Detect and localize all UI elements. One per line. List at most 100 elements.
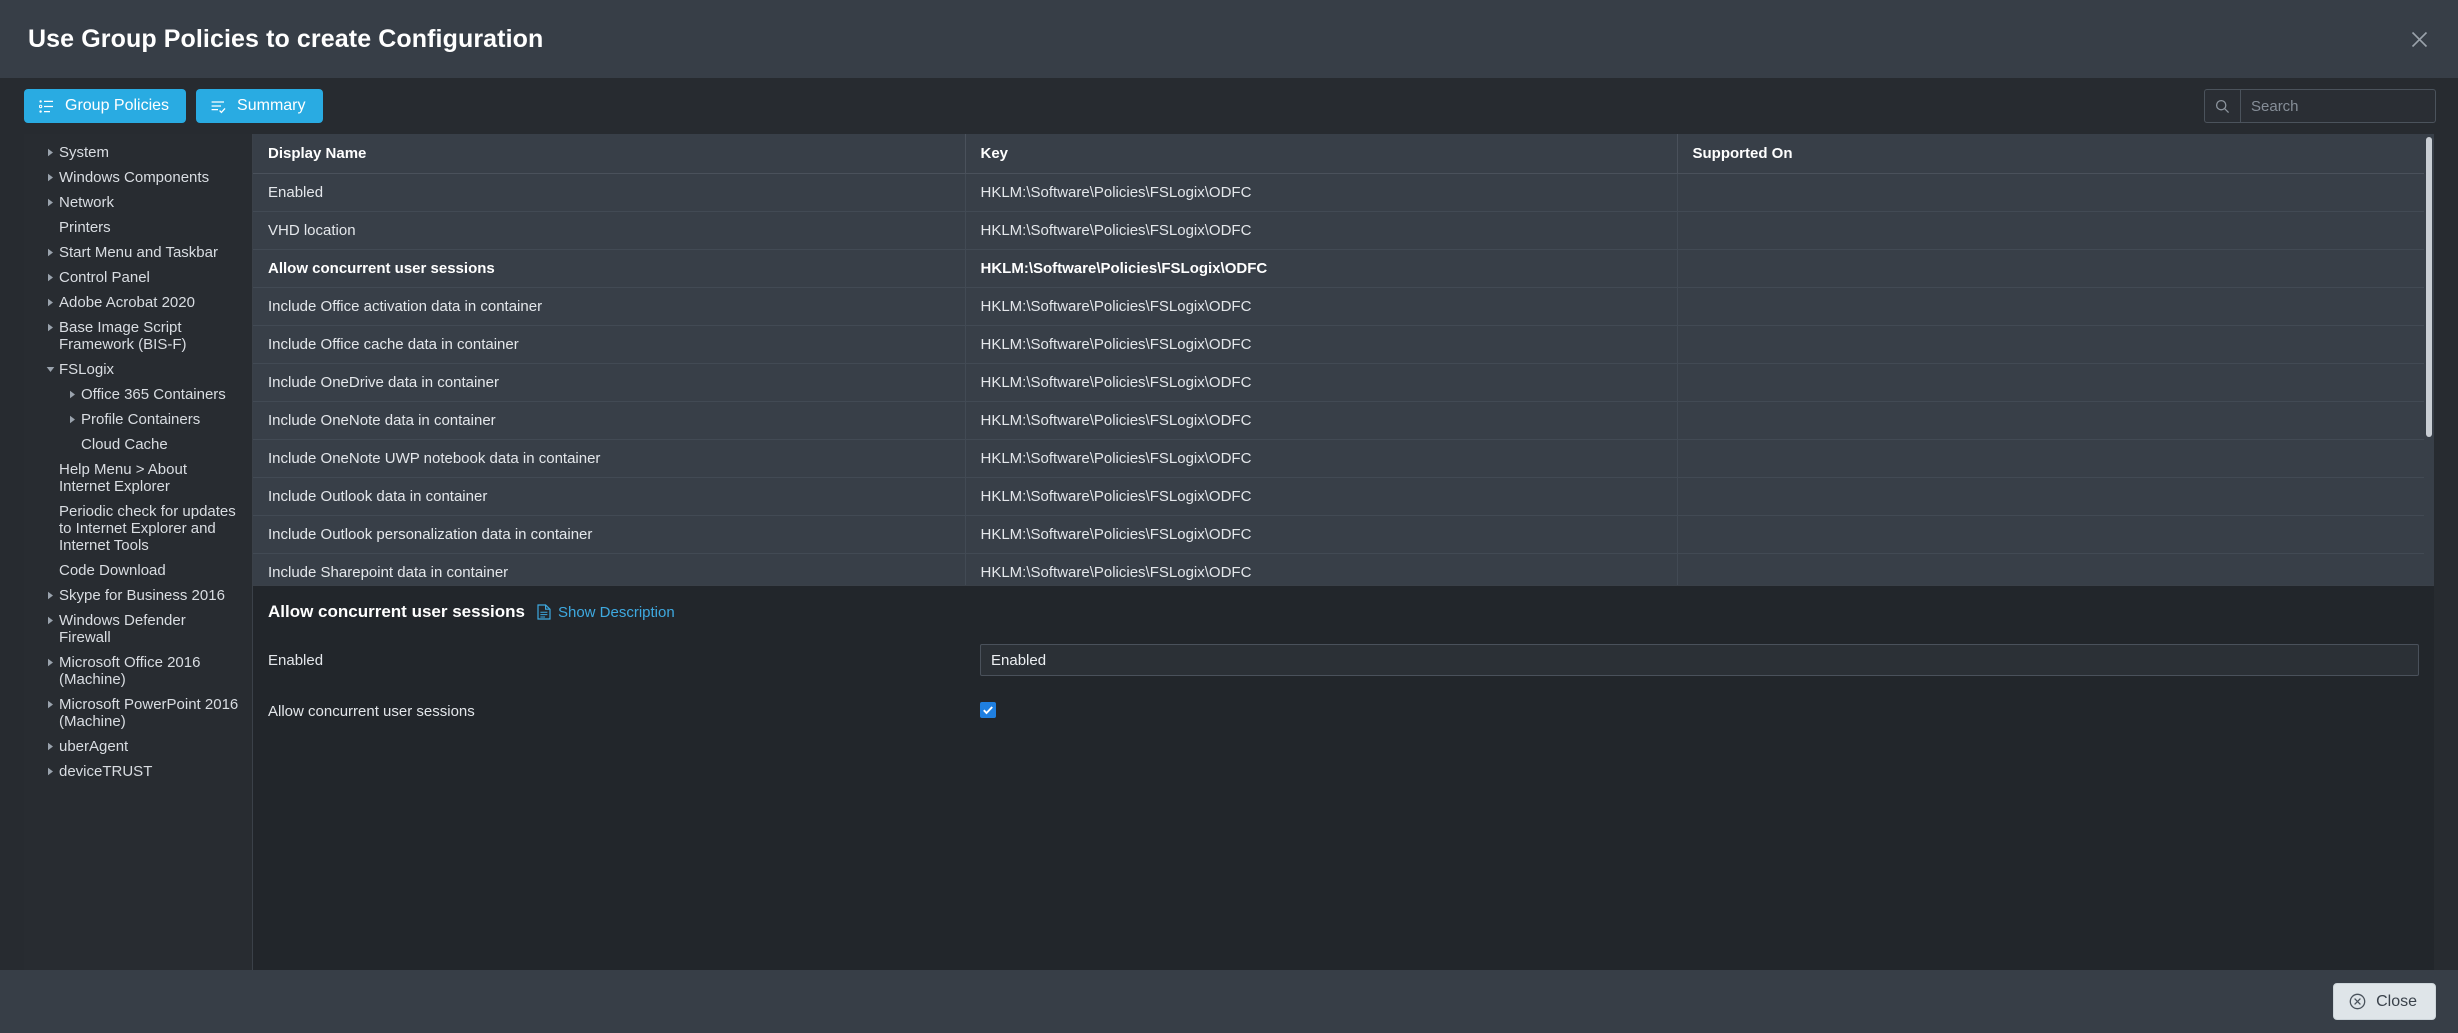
sidebar-item[interactable]: Microsoft PowerPoint 2016 (Machine) — [24, 692, 252, 734]
close-button-label: Close — [2376, 992, 2417, 1010]
sidebar-item[interactable]: Cloud Cache — [24, 432, 252, 457]
close-icon[interactable] — [2402, 22, 2436, 56]
chevron-right-icon[interactable] — [42, 587, 59, 600]
setting-detail-header: Allow concurrent user sessions Show Desc… — [267, 602, 2420, 626]
chevron-right-icon[interactable] — [42, 738, 59, 751]
sidebar-item[interactable]: Microsoft Office 2016 (Machine) — [24, 650, 252, 692]
policy-tree-sidebar[interactable]: System Windows Components Network Printers S… — [24, 134, 253, 970]
chevron-right-icon[interactable] — [64, 386, 81, 399]
cell-key: HKLM:\Software\Policies\FSLogix\ODFC — [965, 287, 1678, 326]
chevron-right-icon[interactable] — [42, 763, 59, 776]
table-row[interactable]: Include Outlook data in container HKLM:\S… — [253, 477, 2425, 516]
allow-concurrent-user-sessions-checkbox[interactable] — [980, 702, 996, 718]
sidebar-item[interactable]: uberAgent — [24, 734, 252, 759]
main-split: System Windows Components Network Printers S… — [0, 134, 2458, 970]
sidebar-item[interactable]: Office 365 Containers — [24, 382, 252, 407]
scrollbar-thumb[interactable] — [2426, 137, 2433, 437]
show-description-label: Show Description — [557, 603, 675, 621]
table-row[interactable]: Include OneNote UWP notebook data in con… — [253, 439, 2425, 478]
chevron-right-icon[interactable] — [64, 411, 81, 424]
cell-key: HKLM:\Software\Policies\FSLogix\ODFC — [965, 439, 1678, 478]
column-header-display-name[interactable]: Display Name — [253, 134, 966, 174]
chevron-right-icon[interactable] — [42, 294, 59, 307]
sidebar-item[interactable]: Adobe Acrobat 2020 — [24, 290, 252, 315]
chevron-down-icon[interactable] — [42, 361, 59, 374]
field-control-allow-concurrent-user-sessions — [980, 702, 2419, 721]
table-row[interactable]: Enabled HKLM:\Software\Policies\FSLogix\O… — [253, 173, 2425, 212]
search-icon — [2205, 90, 2241, 122]
tab-summary[interactable]: Summary — [196, 89, 323, 123]
cell-display-name: Include Outlook personalization data in … — [253, 515, 966, 554]
sidebar-item-label: Code Download — [59, 562, 166, 579]
chevron-right-icon[interactable] — [42, 244, 59, 257]
cell-supported-on — [1677, 477, 2425, 516]
table-row[interactable]: VHD location HKLM:\Software\Policies\FSLo… — [253, 211, 2425, 250]
tab-group-policies[interactable]: Group Policies — [24, 89, 187, 123]
field-control-enabled — [980, 644, 2420, 676]
chevron-right-icon[interactable] — [42, 169, 59, 182]
search-box[interactable] — [2204, 89, 2436, 123]
enabled-value-input[interactable] — [980, 644, 2420, 676]
chevron-right-icon[interactable] — [42, 269, 59, 282]
column-header-key[interactable]: Key — [965, 134, 1678, 174]
chevron-right-icon[interactable] — [42, 144, 59, 157]
sidebar-item-label: deviceTRUST — [59, 763, 153, 780]
sidebar-item-label: Windows Defender Firewall — [59, 612, 186, 646]
sidebar-item-label: uberAgent — [59, 738, 129, 755]
sidebar-item[interactable]: Start Menu and Taskbar — [24, 240, 252, 265]
tab-group: Group Policies Summary — [24, 89, 323, 123]
sidebar-item-label: Adobe Acrobat 2020 — [59, 294, 195, 311]
cell-key: HKLM:\Software\Policies\FSLogix\ODFC — [965, 325, 1678, 364]
table-row[interactable]: Include Office activation data in contai… — [253, 287, 2425, 326]
table-vertical-scrollbar[interactable] — [2424, 134, 2435, 585]
sidebar-item[interactable]: Code Download — [24, 558, 252, 583]
cell-key: HKLM:\Software\Policies\FSLogix\ODFC — [965, 477, 1678, 516]
table-row[interactable]: Include OneDrive data in container HKLM:\… — [253, 363, 2425, 402]
dialog-footer: Close — [0, 970, 2458, 1033]
sidebar-item-label: Microsoft Office 2016 (Machine) — [59, 654, 201, 688]
close-button[interactable]: Close — [2333, 983, 2436, 1020]
sidebar-item[interactable]: Windows Components — [24, 165, 252, 190]
chevron-right-icon[interactable] — [42, 612, 59, 625]
setting-detail-panel: Allow concurrent user sessions Show Desc… — [253, 585, 2435, 970]
chevron-right-icon[interactable] — [42, 319, 59, 332]
sidebar-item[interactable]: Printers — [24, 215, 252, 240]
sidebar-item-label: Help Menu > About Internet Explorer — [59, 461, 188, 495]
sidebar-item[interactable]: Profile Containers — [24, 407, 252, 432]
tab-label: Group Policies — [65, 97, 170, 114]
sidebar-item-label: System — [59, 144, 110, 161]
show-description-link[interactable]: Show Description — [537, 604, 675, 621]
cell-key: HKLM:\Software\Policies\FSLogix\ODFC — [965, 553, 1678, 585]
sidebar-item[interactable]: Control Panel — [24, 265, 252, 290]
sidebar-item[interactable]: Network — [24, 190, 252, 215]
sidebar-item-label: Profile Containers — [81, 411, 201, 428]
table-row[interactable]: Include Sharepoint data in container HKLM… — [253, 553, 2425, 585]
chevron-right-icon[interactable] — [42, 654, 59, 667]
table-row[interactable]: Include OneNote data in container HKLM:\S… — [253, 401, 2425, 440]
sidebar-item[interactable]: System — [24, 140, 252, 165]
column-header-supported-on[interactable]: Supported On — [1677, 134, 2425, 174]
chevron-right-icon[interactable] — [42, 194, 59, 207]
cell-display-name: Allow concurrent user sessions — [253, 249, 966, 288]
sidebar-item[interactable]: Base Image Script Framework (BIS-F) — [24, 315, 252, 357]
sidebar-item[interactable]: deviceTRUST — [24, 759, 252, 784]
sidebar-item[interactable]: Skype for Business 2016 — [24, 583, 252, 608]
cell-supported-on — [1677, 439, 2425, 478]
group-policy-dialog: Use Group Policies to create Configurati… — [0, 0, 2458, 1033]
sidebar-item-label: Base Image Script Framework (BIS-F) — [59, 319, 187, 353]
sidebar-item-label: Cloud Cache — [81, 436, 168, 453]
sidebar-item[interactable]: Help Menu > About Internet Explorer — [24, 457, 252, 499]
policy-table-scroll[interactable]: Display Name Key Supported On Enabled HKL… — [253, 134, 2425, 585]
chevron-right-icon[interactable] — [42, 696, 59, 709]
sidebar-item[interactable]: Windows Defender Firewall — [24, 608, 252, 650]
sidebar-item[interactable]: FSLogix — [24, 357, 252, 382]
search-input[interactable] — [2241, 90, 2435, 122]
table-row[interactable]: Include Outlook personalization data in … — [253, 515, 2425, 554]
cell-display-name: Include OneNote UWP notebook data in con… — [253, 439, 966, 478]
sidebar-item[interactable]: Periodic check for updates to Internet E… — [24, 499, 252, 558]
table-row[interactable]: Allow concurrent user sessions HKLM:\Soft… — [253, 249, 2425, 288]
field-row-enabled: Enabled — [267, 644, 2420, 676]
table-row[interactable]: Include Office cache data in container HK… — [253, 325, 2425, 364]
